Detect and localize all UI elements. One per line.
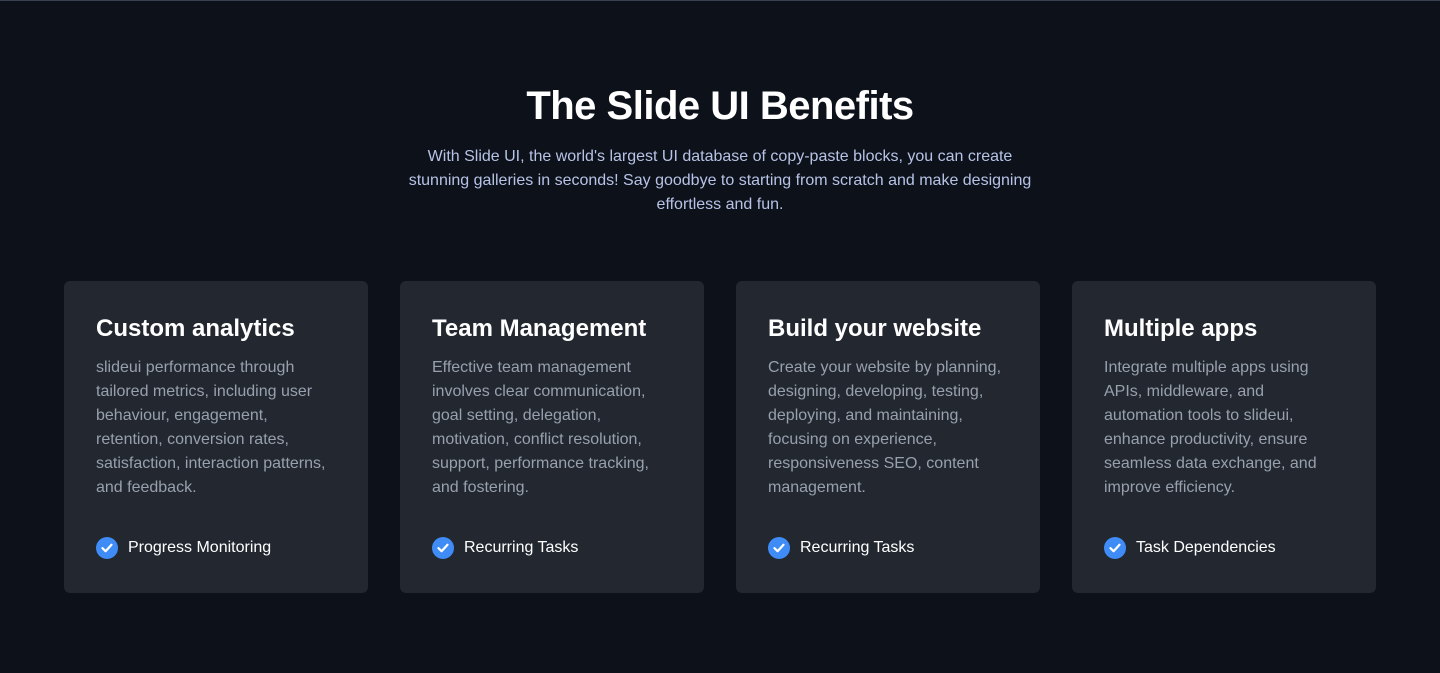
card-title: Multiple apps <box>1104 315 1258 342</box>
benefits-section: The Slide UI Benefits With Slide UI, the… <box>0 0 1440 673</box>
feature-label: Recurring Tasks <box>800 539 915 556</box>
card-feature: Recurring Tasks <box>768 536 914 560</box>
feature-label: Progress Monitoring <box>128 539 272 556</box>
benefit-card-custom-analytics: Custom analytics slideui performance thr… <box>64 281 368 593</box>
card-description: Effective team management involves clear… <box>432 359 649 496</box>
card-title: Custom analytics <box>96 315 295 342</box>
card-feature: Recurring Tasks <box>432 536 578 560</box>
benefit-cards: Custom analytics slideui performance thr… <box>64 281 1376 593</box>
check-circle-icon <box>1104 537 1126 559</box>
feature-label: Recurring Tasks <box>464 539 579 556</box>
section-subtitle: With Slide UI, the world's largest UI da… <box>408 148 1032 213</box>
card-title: Build your website <box>768 315 982 342</box>
check-circle-icon <box>768 537 790 559</box>
card-description: Integrate multiple apps using APIs, midd… <box>1104 359 1317 496</box>
check-circle-icon <box>432 537 454 559</box>
benefit-card-team-management: Team Management Effective team managemen… <box>400 281 704 593</box>
section-title: The Slide UI Benefits <box>526 84 914 128</box>
feature-label: Task Dependencies <box>1136 539 1276 556</box>
card-feature: Progress Monitoring <box>96 536 271 560</box>
benefit-card-build-website: Build your website Create your website b… <box>736 281 1040 593</box>
check-circle-icon <box>96 537 118 559</box>
card-description: slideui performance through tailored met… <box>96 359 326 496</box>
card-description: Create your website by planning, designi… <box>768 359 1002 496</box>
card-title: Team Management <box>432 315 647 342</box>
benefit-card-multiple-apps: Multiple apps Integrate multiple apps us… <box>1072 281 1376 593</box>
card-feature: Task Dependencies <box>1104 536 1276 560</box>
